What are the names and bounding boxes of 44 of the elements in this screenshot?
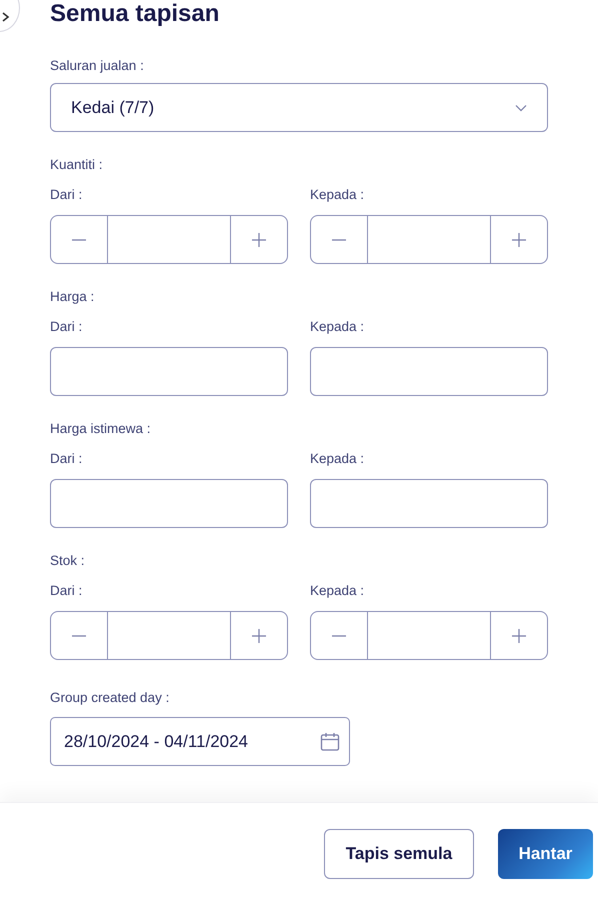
reset-filters-button[interactable]: Tapis semula <box>324 829 474 879</box>
input-field[interactable] <box>310 347 548 396</box>
plus-icon <box>511 628 527 644</box>
minus-icon <box>71 634 87 636</box>
chevron-right-icon <box>1 11 11 23</box>
number-stepper[interactable] <box>50 215 288 264</box>
dropdown-value: Kedai (7/7) <box>71 98 154 118</box>
number-input[interactable] <box>107 612 231 659</box>
number-input[interactable] <box>367 216 491 263</box>
plus-icon <box>251 628 267 644</box>
field-label: Dari : <box>50 318 82 336</box>
date-range-field[interactable]: 28/10/2024 - 04/11/2024 <box>50 717 350 766</box>
section-label: Harga istimewa : <box>50 420 151 438</box>
field-label: Saluran jualan : <box>50 57 144 75</box>
field-label: Kepada : <box>310 318 364 336</box>
input-field[interactable] <box>50 347 288 396</box>
chevron-down-icon <box>515 104 527 112</box>
plus-icon <box>251 232 267 248</box>
section-label: Harga : <box>50 288 94 306</box>
field-label: Kepada : <box>310 450 364 468</box>
number-input[interactable] <box>107 216 231 263</box>
field-label: Kepada : <box>310 186 364 204</box>
submit-button[interactable]: Hantar <box>498 829 593 879</box>
minus-icon <box>331 238 347 240</box>
plus-icon <box>511 232 527 248</box>
minus-icon <box>331 634 347 636</box>
section-label: Kuantiti : <box>50 156 103 174</box>
input-field[interactable] <box>310 479 548 528</box>
sales-channel-dropdown[interactable]: Kedai (7/7) <box>50 83 548 132</box>
number-input[interactable] <box>367 612 491 659</box>
panel-title: Semua tapisan <box>50 0 220 28</box>
number-stepper[interactable] <box>50 611 288 660</box>
field-label: Kepada : <box>310 582 364 600</box>
field-label: Dari : <box>50 582 82 600</box>
input-field[interactable] <box>50 479 288 528</box>
calendar-icon <box>320 732 340 752</box>
minus-icon <box>71 238 87 240</box>
section-label: Stok : <box>50 552 85 570</box>
date-range-value: 28/10/2024 - 04/11/2024 <box>64 732 248 752</box>
field-label: Dari : <box>50 450 82 468</box>
field-label: Group created day : <box>50 689 170 707</box>
number-stepper[interactable] <box>310 611 548 660</box>
field-label: Dari : <box>50 186 82 204</box>
number-stepper[interactable] <box>310 215 548 264</box>
